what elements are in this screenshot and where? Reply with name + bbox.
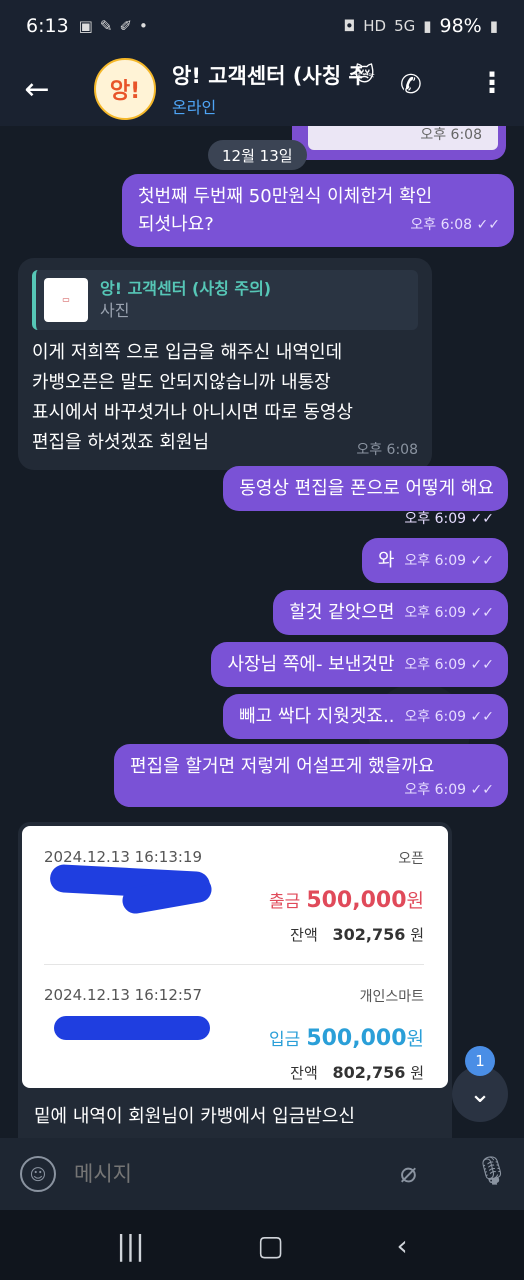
reply-quote[interactable]: ▭ 앙! 고객센터 (사칭 주의) 사진: [32, 270, 418, 330]
divider: [44, 964, 424, 965]
outgoing-message[interactable]: 동영상 편집을 폰으로 어떻게 해요: [223, 466, 508, 511]
bank-receipt-image[interactable]: 2024.12.13 16:13:19 오픈 출금 500,000원 잔액 30…: [22, 826, 448, 1088]
signal-icon: ▮: [423, 17, 432, 35]
message-input[interactable]: [74, 1162, 374, 1186]
redaction-mark: [54, 1016, 210, 1040]
tx-date: 2024.12.13 16:13:19: [44, 848, 203, 866]
read-check-icon: ✓✓: [470, 709, 494, 725]
message-time: 오후 6:09: [404, 553, 467, 569]
message-line: 카뱅오픈은 말도 안되지않습니까 내통장: [32, 372, 331, 393]
quote-thumbnail: ▭: [44, 278, 88, 322]
tx-account: 개인스마트: [359, 989, 424, 1005]
message-line: 편집을 하셧겠죠 회원님: [32, 432, 210, 453]
outgoing-message[interactable]: 빼고 싹다 지웟겟죠.. 오후 6:09 ✓✓: [223, 694, 508, 739]
transaction-withdraw: 2024.12.13 16:13:19 오픈 출금 500,000원 잔액 30…: [44, 836, 424, 956]
tx-amount: 출금 500,000원: [268, 888, 424, 913]
message-time: 오후 6:09: [404, 709, 467, 725]
chat-area[interactable]: 오후 6:08 12월 13일 첫번째 두번째 50만원식 이체한거 확인 되셧…: [0, 126, 524, 1138]
message-time: 오후 6:08: [420, 127, 482, 143]
quote-type: 사진: [100, 301, 130, 320]
microphone-icon[interactable]: 🎙: [474, 1154, 510, 1187]
read-check-icon: ✓✓: [470, 782, 494, 798]
gallery-icon: ▣: [78, 17, 93, 35]
read-check-icon: ✓✓: [470, 553, 494, 569]
message-time: 오후 6:09: [404, 605, 467, 621]
app-icon: ✎: [99, 17, 113, 35]
message-line: 이게 저희쪽 으로 입금을 해주신 내역인데: [32, 342, 343, 363]
hd-icon: HD: [363, 17, 387, 35]
date-separator: 12월 13일: [208, 140, 307, 170]
message-time: 오후 6:09: [404, 657, 467, 673]
read-check-icon: ✓✓: [470, 511, 494, 527]
tx-amount: 입금 500,000원: [268, 1026, 424, 1051]
chat-title: 앙! 고객센터 (사칭 주의): [172, 64, 362, 88]
paperclip-icon[interactable]: ⌀: [400, 1156, 417, 1189]
outgoing-message[interactable]: 할것 같앗으면 오후 6:09 ✓✓: [273, 590, 508, 635]
message-text: 할것 같앗으면: [289, 602, 395, 623]
outgoing-message[interactable]: 와 오후 6:09 ✓✓: [361, 538, 508, 583]
emoji-icon[interactable]: ☺: [20, 1156, 56, 1192]
back-nav-icon[interactable]: ‹: [396, 1229, 407, 1262]
tx-balance: 잔액 802,756 원: [290, 1063, 424, 1082]
battery-level: 98%: [439, 15, 482, 37]
message-text: 첫번째 두번째 50만원식 이체한거 확인: [138, 186, 433, 207]
tx-account: 오픈: [398, 851, 424, 867]
quote-sender: 앙! 고객센터 (사칭 주의): [100, 279, 272, 298]
unread-count-badge: 1: [465, 1046, 495, 1076]
outgoing-message[interactable]: 편집을 할거면 저렇게 어설프게 했을까요 오후 6:09 ✓✓: [114, 744, 508, 807]
image-caption: 밑에 내역이 회원님이 카뱅에서 입금받으신: [34, 1106, 355, 1127]
avatar[interactable]: 앙!: [94, 58, 156, 120]
message-time: 오후 6:08: [410, 217, 473, 233]
outgoing-message[interactable]: 첫번째 두번째 50만원식 이체한거 확인 되셧나요? 오후 6:08 ✓✓: [122, 174, 514, 247]
message-text: 편집을 할거면 저렇게 어설프게 했을까요: [130, 756, 435, 777]
chat-header: ← 앙! 앙! 고객센터 (사칭 주의) 온라인 😿 ✆ ⋮: [0, 52, 524, 126]
outgoing-message[interactable]: 사장님 쪽에- 보낸것만 오후 6:09 ✓✓: [211, 642, 508, 687]
network-icon: 5G: [394, 17, 416, 35]
chevron-down-icon: ⌄: [469, 1079, 491, 1109]
message-time: 오후 6:09: [404, 782, 467, 798]
more-menu-icon[interactable]: ⋮: [478, 66, 506, 99]
message-meta: 오후 6:09 ✓✓: [404, 508, 494, 528]
message-text: 와: [377, 550, 395, 571]
read-check-icon: ✓✓: [476, 217, 500, 233]
message-text: 동영상 편집을 폰으로 어떻게 해요: [239, 478, 494, 499]
battery-icon: ▮: [489, 17, 498, 35]
previous-image-bubble[interactable]: 오후 6:08: [292, 126, 506, 160]
header-info[interactable]: 앙! 고객센터 (사칭 주의) 온라인: [172, 60, 362, 118]
system-nav-bar: ||| ▢ ‹: [0, 1210, 524, 1280]
lock-icon: ◘: [343, 17, 356, 35]
message-line: 표시에서 바꾸셧거나 아니시면 따로 동영상: [32, 402, 353, 423]
pen-icon: ✐: [119, 17, 133, 35]
system-icons: ◘ HD 5G ▮ 98% ▮: [343, 15, 498, 37]
tx-balance: 잔액 302,756 원: [290, 925, 424, 944]
read-check-icon: ✓✓: [470, 605, 494, 621]
message-text: 빼고 싹다 지웟겟죠..: [239, 706, 395, 727]
incoming-message[interactable]: ▭ 앙! 고객센터 (사칭 주의) 사진 이게 저희쪽 으로 입금을 해주신 내…: [18, 258, 432, 470]
status-time: 6:13: [26, 15, 69, 37]
tx-date: 2024.12.13 16:12:57: [44, 986, 203, 1004]
recent-apps-icon[interactable]: |||: [116, 1229, 144, 1262]
message-time: 오후 6:08: [356, 442, 418, 458]
message-time: 오후 6:09: [404, 511, 467, 527]
incoming-image-message[interactable]: 2024.12.13 16:13:19 오픈 출금 500,000원 잔액 30…: [18, 822, 452, 1138]
phone-icon[interactable]: ✆: [400, 70, 422, 100]
message-input-bar: ☺ ⌀ 🎙: [0, 1138, 524, 1210]
notification-icons: ▣ ✎ ✐ •: [79, 17, 148, 35]
home-icon[interactable]: ▢: [257, 1229, 283, 1262]
online-status: 온라인: [172, 98, 217, 117]
message-text: 사장님 쪽에- 보낸것만: [227, 654, 395, 675]
emoji-icon: 😿: [354, 62, 375, 86]
dot-icon: •: [139, 17, 148, 35]
message-text-line2: 되셧나요?: [138, 214, 214, 235]
status-bar: 6:13 ▣ ✎ ✐ • ◘ HD 5G ▮ 98% ▮: [0, 0, 524, 52]
read-check-icon: ✓✓: [470, 657, 494, 673]
back-arrow-icon[interactable]: ←: [0, 52, 74, 126]
